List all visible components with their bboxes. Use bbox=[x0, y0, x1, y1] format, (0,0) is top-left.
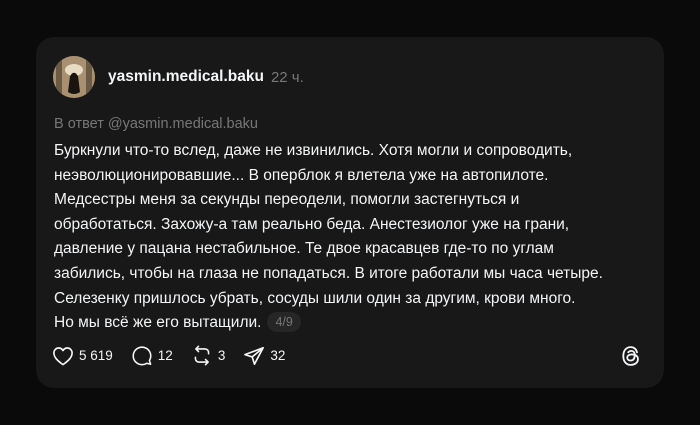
threads-logo-icon[interactable] bbox=[620, 344, 642, 373]
share-count: 32 bbox=[270, 348, 286, 363]
post-text-line: Селезенку пришлось убрать, сосуды шили о… bbox=[54, 289, 576, 307]
post-text-line: обработаться. Захожу-а там реально беда.… bbox=[54, 215, 570, 233]
post-text-line: Медсестры меня за секунды переодели, пом… bbox=[54, 191, 520, 209]
post-text-line: давление у пацана нестабильное. Те двое … bbox=[54, 240, 554, 258]
reply-to-label[interactable]: В ответ @yasmin.medical.baku bbox=[54, 116, 258, 132]
post-text-line: Буркнули что-то вслед, даже не извинилис… bbox=[54, 142, 573, 159]
action-bar: 5 619 12 3 32 bbox=[52, 345, 303, 366]
post-text-last-line: Но мы всё же его вытащили. 4/9 bbox=[54, 311, 654, 336]
post-body: Буркнули что-то вслед, даже не извинилис… bbox=[54, 139, 654, 336]
post-text-line: неэволюционировавшие... В оперблок я вле… bbox=[54, 166, 549, 184]
post-time: 22 ч. bbox=[270, 68, 304, 86]
post-text-line: забились, чтобы на глаза не попадаться. … bbox=[54, 264, 603, 282]
comment-icon bbox=[132, 346, 152, 366]
repost-button[interactable]: 3 bbox=[191, 345, 226, 366]
like-count: 5 619 bbox=[79, 348, 113, 363]
share-icon bbox=[244, 346, 265, 365]
avatar[interactable] bbox=[53, 56, 95, 98]
username[interactable]: yasmin.medical.baku bbox=[108, 68, 264, 86]
comment-count: 12 bbox=[157, 348, 173, 363]
repost-icon bbox=[194, 345, 210, 366]
like-button[interactable]: 5 619 bbox=[52, 346, 113, 366]
share-button[interactable]: 32 bbox=[243, 346, 285, 366]
thread-pager-badge: 4/9 bbox=[267, 312, 301, 333]
post-text-line: Но мы всё же его вытащили. bbox=[54, 314, 262, 332]
heart-icon bbox=[53, 346, 73, 365]
repost-count: 3 bbox=[217, 348, 226, 363]
comment-button[interactable]: 12 bbox=[131, 345, 173, 366]
post-card: yasmin.medical.baku 22 ч. В ответ @yasmi… bbox=[36, 37, 664, 388]
post-header: yasmin.medical.baku 22 ч. bbox=[53, 56, 304, 98]
